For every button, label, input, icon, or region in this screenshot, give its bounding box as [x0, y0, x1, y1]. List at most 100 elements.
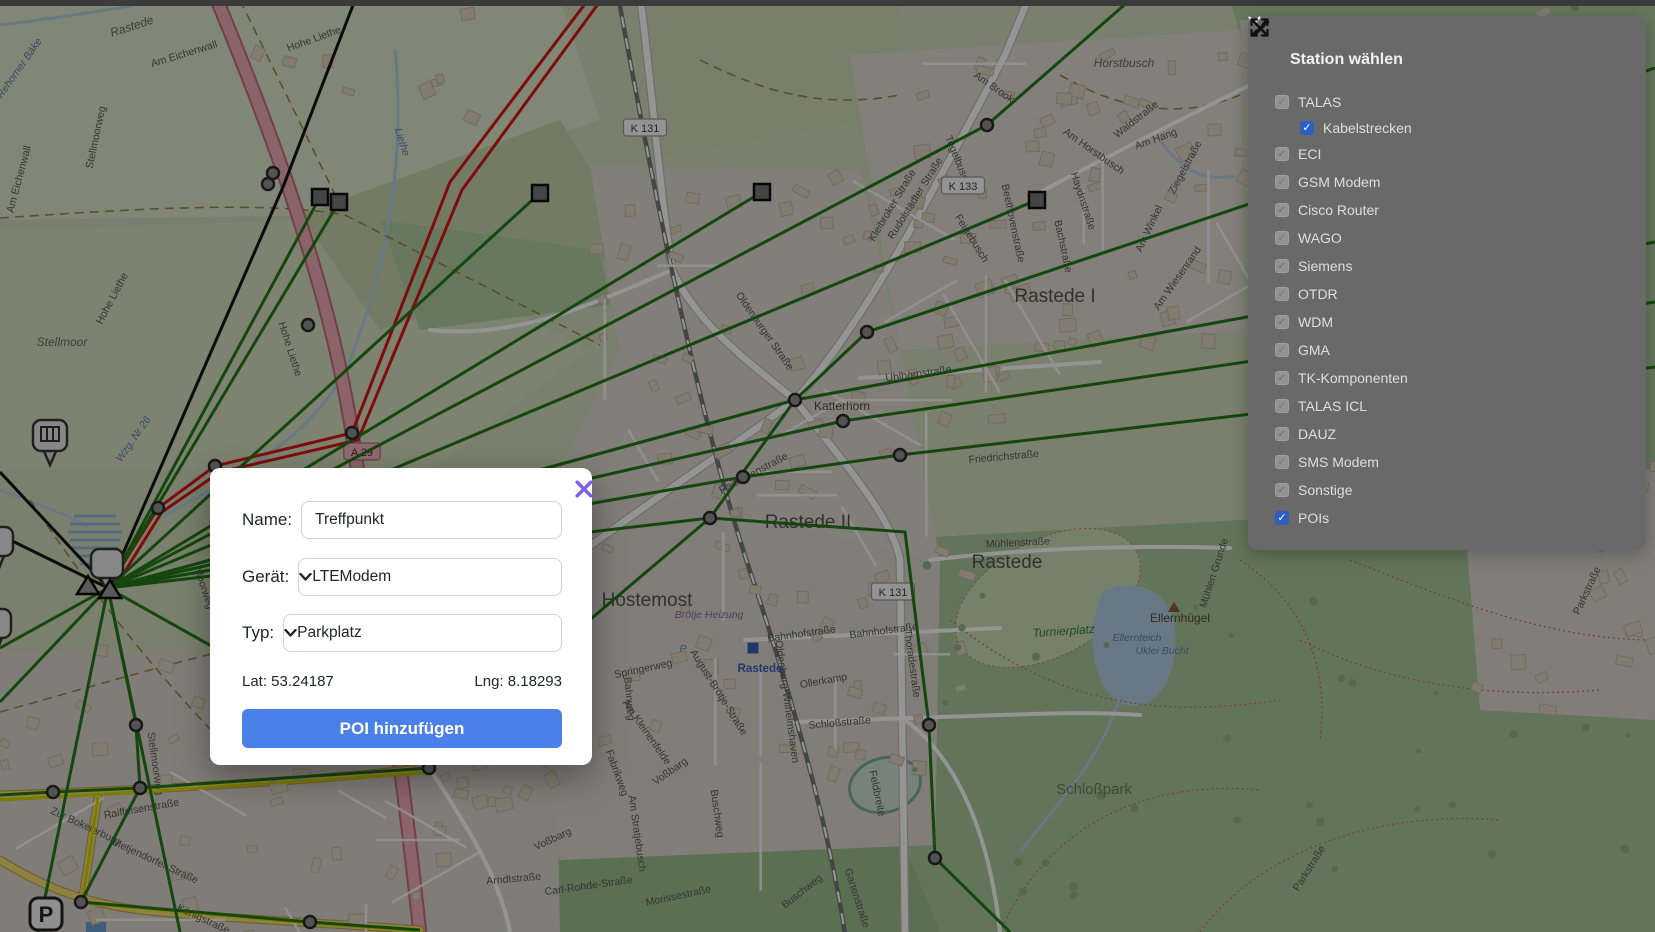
add-poi-button[interactable]: POI hinzufügen [242, 709, 562, 748]
pin-edge-marker[interactable] [0, 527, 13, 571]
name-input[interactable] [301, 501, 562, 539]
filter-label-talas: TALAS [1298, 94, 1341, 110]
place-label: P [679, 643, 686, 655]
filter-row-sonstige: ✓Sonstige [1248, 476, 1646, 504]
station-icon-marker[interactable] [748, 643, 759, 654]
place-label: Stellmoor [37, 335, 89, 349]
street-label: Am Eichenwall [4, 144, 33, 214]
map-viewport[interactable]: RastedeRehorner BäkeAm EichenwallAm Eich… [0, 0, 1655, 932]
checkbox-eci[interactable]: ✓ [1275, 147, 1289, 161]
network-node[interactable] [981, 119, 993, 131]
station-square-marker[interactable] [532, 185, 548, 201]
station-select[interactable]: Station wählen [1290, 51, 1403, 69]
filter-row-gsm-modem: ✓ GSM Modem [1248, 168, 1646, 196]
road-ref-text: K 131 [879, 587, 908, 599]
pin-building-marker[interactable] [33, 420, 67, 465]
street-label: Hohe Liethe [285, 24, 342, 55]
network-node[interactable] [704, 512, 716, 524]
device-label: Gerät: [242, 567, 289, 587]
checkbox-sonstige[interactable]: ✓ [1275, 483, 1289, 497]
device-select[interactable]: LTEModem [298, 558, 562, 596]
filter-row-cisco-router: ✓ Cisco Router [1248, 196, 1646, 224]
checkbox-tk-komponenten[interactable]: ✓ [1275, 371, 1289, 385]
tools-button[interactable] [1613, 58, 1617, 62]
street-label: Am Brook [971, 69, 1016, 106]
checkbox-cisco-router[interactable]: ✓ [1275, 203, 1289, 217]
road-ref-text: K 133 [949, 181, 978, 193]
station-square-marker[interactable] [331, 194, 347, 210]
station-select-label: Station wählen [1290, 51, 1403, 69]
pin-parking-marker[interactable]: P [30, 898, 62, 930]
network-node[interactable] [346, 427, 358, 439]
network-node[interactable] [262, 178, 274, 190]
network-node[interactable] [75, 896, 87, 908]
filter-label-wago: WAGO [1298, 230, 1342, 246]
svg-text:P: P [39, 902, 54, 927]
network-node[interactable] [929, 852, 941, 864]
network-node[interactable] [47, 786, 59, 798]
type-select[interactable]: Parkplatz [283, 614, 562, 652]
network-node[interactable] [861, 326, 873, 338]
place-label: Rastede [738, 663, 783, 675]
panel-header: Station wählen [1290, 43, 1630, 77]
cable-line-yellow[interactable] [82, 797, 420, 931]
type-label: Typ: [242, 623, 274, 643]
filter-label-sms-modem: SMS Modem [1298, 454, 1379, 470]
network-node[interactable] [304, 916, 316, 928]
checkbox-sms-modem[interactable]: ✓ [1275, 455, 1289, 469]
filter-row-talas: ✓ TALAS [1248, 88, 1646, 116]
street-label: Oldenburger Straße [733, 290, 796, 373]
street-label: Am Wiesenrand [1151, 244, 1204, 312]
checkbox-talas[interactable]: ✓ [1275, 95, 1289, 109]
street-label: Feldbreite [866, 769, 887, 817]
checkbox-gsm-modem[interactable]: ✓ [1275, 175, 1289, 189]
network-node[interactable] [923, 719, 935, 731]
checkbox-kabelstrecken[interactable]: ✓ [1300, 121, 1314, 135]
type-select-value: Parkplatz [297, 624, 362, 642]
triangle-marker[interactable] [77, 576, 99, 594]
station-filter-list: ✓TALAS✓Kabelstrecken✓ECI✓GSM Modem✓Cisco… [1248, 88, 1646, 532]
filter-label-dauz: DAUZ [1298, 426, 1336, 442]
network-node[interactable] [302, 319, 314, 331]
station-square-marker[interactable] [754, 184, 770, 200]
checkbox-gma[interactable]: ✓ [1275, 343, 1289, 357]
checkbox-dauz[interactable]: ✓ [1275, 427, 1289, 441]
station-square-marker[interactable] [1029, 192, 1045, 208]
network-node[interactable] [130, 719, 142, 731]
network-node[interactable] [894, 449, 906, 461]
checkbox-wago[interactable]: ✓ [1275, 231, 1289, 245]
station-square-marker[interactable] [312, 189, 328, 205]
cable-line-green[interactable] [0, 588, 108, 648]
checkbox-talas-icl[interactable]: ✓ [1275, 399, 1289, 413]
network-node[interactable] [837, 415, 849, 427]
street-label: Ziegelstraße [1166, 139, 1204, 196]
filter-label-otdr: OTDR [1298, 286, 1338, 302]
fullscreen-button[interactable] [1626, 58, 1630, 62]
checkbox-pois[interactable]: ✓ [1275, 511, 1289, 525]
street-label: Buschweg [708, 789, 727, 839]
street-label: Morissestraße [645, 883, 713, 909]
checkbox-siemens[interactable]: ✓ [1275, 259, 1289, 273]
checkbox-otdr[interactable]: ✓ [1275, 287, 1289, 301]
filter-row-wdm: ✓WDM [1248, 308, 1646, 336]
filter-label-gsm-modem: GSM Modem [1298, 174, 1380, 190]
close-icon[interactable] [574, 479, 582, 487]
filter-label-cisco-router: Cisco Router [1298, 202, 1379, 218]
network-node[interactable] [152, 502, 164, 514]
street-label: Raiffeisenstraße [103, 796, 180, 821]
cable-line-green[interactable] [108, 588, 180, 932]
network-node[interactable] [737, 471, 749, 483]
network-node[interactable] [789, 394, 801, 406]
network-node[interactable] [134, 782, 146, 794]
road-ref-text: K 131 [631, 123, 660, 135]
place-label: Rastede [972, 552, 1043, 573]
chevron-down-icon [299, 573, 312, 581]
cable-line-yellow[interactable] [0, 773, 425, 800]
cable-line-green[interactable] [38, 588, 108, 932]
checkbox-wdm[interactable]: ✓ [1275, 315, 1289, 329]
filter-row-dauz: ✓ DAUZ [1248, 420, 1646, 448]
cable-line-green[interactable] [0, 588, 108, 702]
street-label: Mühlenstraße [985, 535, 1050, 550]
street-label: Oldenburg-Wilhelmshaven [772, 639, 801, 763]
filter-row-otdr: ✓ OTDR [1248, 280, 1646, 308]
